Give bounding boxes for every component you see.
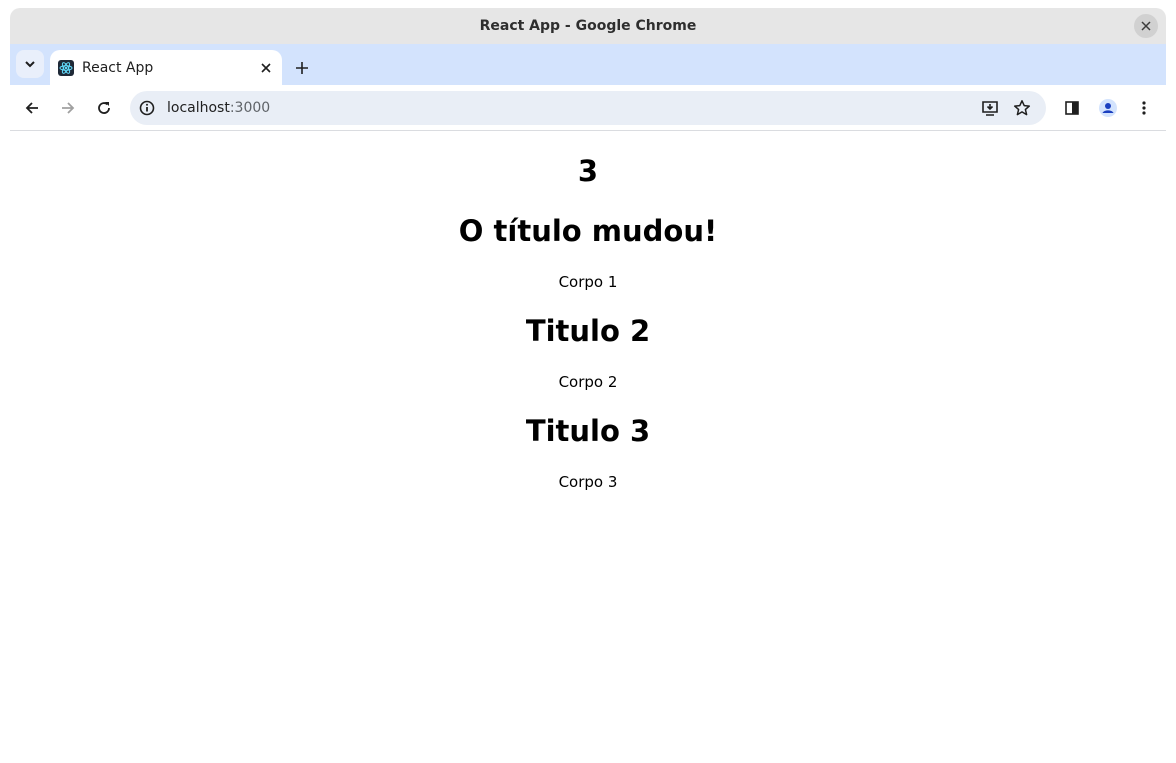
side-panel-icon (1065, 101, 1079, 115)
bookmark-button[interactable] (1012, 98, 1032, 118)
tab-close-button[interactable] (256, 58, 276, 78)
window-title: React App - Google Chrome (479, 18, 697, 34)
tab-search-button[interactable] (16, 50, 44, 78)
install-icon (982, 101, 998, 116)
url-port: :3000 (229, 100, 271, 116)
toolbar: localhost:3000 (10, 85, 1166, 131)
close-window-button[interactable] (1134, 14, 1158, 38)
forward-button[interactable] (54, 94, 82, 122)
close-icon (261, 62, 271, 73)
counter-heading: 3 (577, 154, 599, 188)
tab-react-app[interactable]: React App (50, 50, 282, 85)
install-app-button[interactable] (980, 98, 1000, 118)
plus-icon (296, 62, 308, 74)
reload-icon (98, 102, 110, 114)
back-button[interactable] (18, 94, 46, 122)
section-body: Corpo 3 (558, 473, 618, 491)
react-logo-icon (58, 59, 74, 76)
arrow-left-icon (25, 102, 38, 114)
info-icon (139, 100, 155, 116)
reload-button[interactable] (90, 94, 118, 122)
arrow-right-icon (62, 102, 75, 114)
section-title: O título mudou! (458, 214, 718, 248)
more-vertical-icon (1142, 101, 1146, 115)
star-icon (1013, 100, 1031, 116)
section-body: Corpo 1 (558, 273, 618, 291)
side-panel-button[interactable] (1058, 94, 1086, 122)
browser-window: React App - Google Chrome React App loca… (10, 8, 1166, 763)
title-bar: React App - Google Chrome (10, 8, 1166, 44)
url-text[interactable]: localhost:3000 (167, 100, 1046, 116)
tab-strip: React App (10, 44, 1166, 85)
section-title: Titulo 2 (525, 314, 651, 348)
site-info-button[interactable] (137, 98, 157, 118)
address-bar[interactable]: localhost:3000 (130, 91, 1046, 125)
new-tab-button[interactable] (288, 54, 316, 82)
section-body: Corpo 2 (558, 373, 618, 391)
menu-button[interactable] (1130, 94, 1158, 122)
close-icon (1141, 21, 1151, 31)
chevron-down-icon (25, 61, 35, 68)
avatar-icon (1099, 99, 1117, 117)
profile-button[interactable] (1094, 94, 1122, 122)
url-host: localhost (167, 100, 230, 116)
page-content: 3 O título mudou! Corpo 1 Titulo 2 Corpo… (10, 132, 1166, 763)
section-title: Titulo 3 (525, 414, 651, 448)
tab-title: React App (82, 59, 154, 76)
